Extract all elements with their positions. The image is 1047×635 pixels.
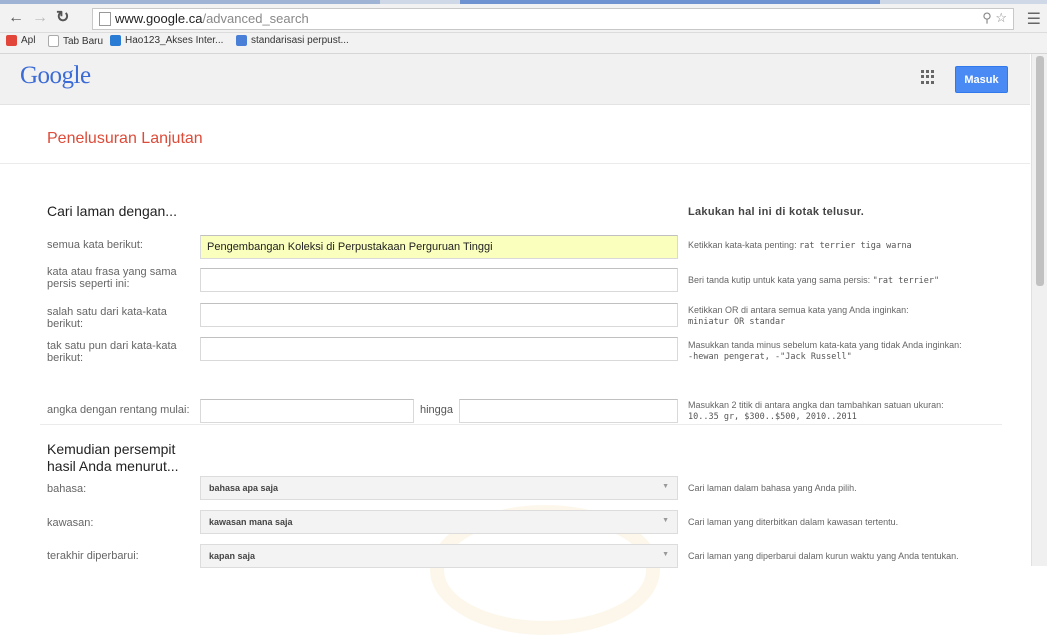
signin-button[interactable]: Masuk (955, 66, 1008, 93)
all-words-input[interactable] (200, 235, 678, 259)
page-icon (48, 35, 59, 47)
hint-last-updated: Cari laman yang diperbarui dalam kurun w… (688, 551, 959, 561)
forward-arrow-icon[interactable]: → (32, 9, 48, 27)
exact-phrase-input[interactable] (200, 268, 678, 292)
google-header: Google Masuk (0, 54, 1030, 105)
hao123-icon (110, 35, 121, 46)
section-heading-narrow: Kemudian persempit hasil Anda menurut... (47, 441, 179, 474)
url-text: www.google.ca/advanced_search (115, 11, 309, 26)
zoom-star-icons[interactable]: ⚲ ☆ (982, 10, 1007, 26)
dropdown-arrow-icon: ▼ (662, 483, 669, 490)
apps-grid-icon (6, 35, 17, 46)
address-bar[interactable]: www.google.ca/advanced_search ⚲ ☆ (92, 8, 1014, 30)
range-from-input[interactable] (200, 399, 414, 423)
reload-icon[interactable]: ↻ (56, 9, 69, 27)
bookmark-standarisasi[interactable]: standarisasi perpust... (236, 35, 349, 46)
label-none-words: tak satu pun dari kata-kata berikut: (47, 340, 177, 364)
region-select[interactable]: kawasan mana saja ▼ (200, 510, 678, 534)
page-title: Penelusuran Lanjutan (47, 130, 203, 147)
range-to-input[interactable] (459, 399, 678, 423)
hint-heading: Lakukan hal ini di kotak telusur. (688, 206, 865, 218)
any-words-input[interactable] (200, 303, 678, 327)
page-icon (99, 12, 111, 26)
hint-region: Cari laman yang diterbitkan dalam kawasa… (688, 517, 899, 527)
label-number-range: angka dengan rentang mulai: (47, 404, 190, 416)
label-range-to: hingga (420, 404, 454, 416)
menu-icon[interactable]: ☰ (1027, 9, 1041, 29)
google-drive-icon (236, 35, 247, 46)
label-exact-phrase: kata atau frasa yang sama persis seperti… (47, 266, 177, 290)
label-region: kawasan: (47, 517, 94, 529)
hint-all-words: Ketikkan kata-kata penting: rat terrier … (688, 240, 912, 251)
section-divider (40, 424, 1002, 425)
title-divider (0, 163, 1030, 164)
last-updated-select[interactable]: kapan saja ▼ (200, 544, 678, 568)
label-any-words: salah satu dari kata-kata berikut: (47, 306, 167, 330)
hint-number-range: Masukkan 2 titik di antara angka dan tam… (688, 400, 944, 422)
back-arrow-icon[interactable]: ← (8, 9, 24, 27)
language-select[interactable]: bahasa apa saja ▼ (200, 476, 678, 500)
hint-any-words: Ketikkan OR di antara semua kata yang An… (688, 305, 909, 327)
google-logo[interactable]: Google (20, 62, 91, 90)
dropdown-arrow-icon: ▼ (662, 517, 669, 524)
hint-none-words: Masukkan tanda minus sebelum kata-kata y… (688, 340, 962, 362)
dropdown-arrow-icon: ▼ (662, 551, 669, 558)
page-scrollbar[interactable] (1031, 54, 1047, 566)
bookmark-tab-baru[interactable]: Tab Baru (48, 35, 103, 47)
bookmark-hao123[interactable]: Hao123_Akses Inter... (110, 35, 223, 46)
label-all-words: semua kata berikut: (47, 239, 143, 251)
scrollbar-thumb[interactable] (1036, 56, 1044, 286)
bookmarks-bar: Apl Tab Baru Hao123_Akses Inter... stand… (0, 33, 1047, 54)
label-language: bahasa: (47, 483, 87, 495)
hint-exact-phrase: Beri tanda kutip untuk kata yang sama pe… (688, 275, 940, 286)
apps-grid-icon[interactable] (921, 70, 935, 84)
hint-language: Cari laman dalam bahasa yang Anda pilih. (688, 483, 857, 493)
browser-toolbar: ← → ↻ www.google.ca/advanced_search ⚲ ☆ … (0, 4, 1047, 33)
none-words-input[interactable] (200, 337, 678, 361)
section-heading-search: Cari laman dengan... (47, 203, 177, 219)
label-last-updated: terakhir diperbarui: (47, 550, 139, 562)
bookmark-apl[interactable]: Apl (6, 35, 35, 46)
